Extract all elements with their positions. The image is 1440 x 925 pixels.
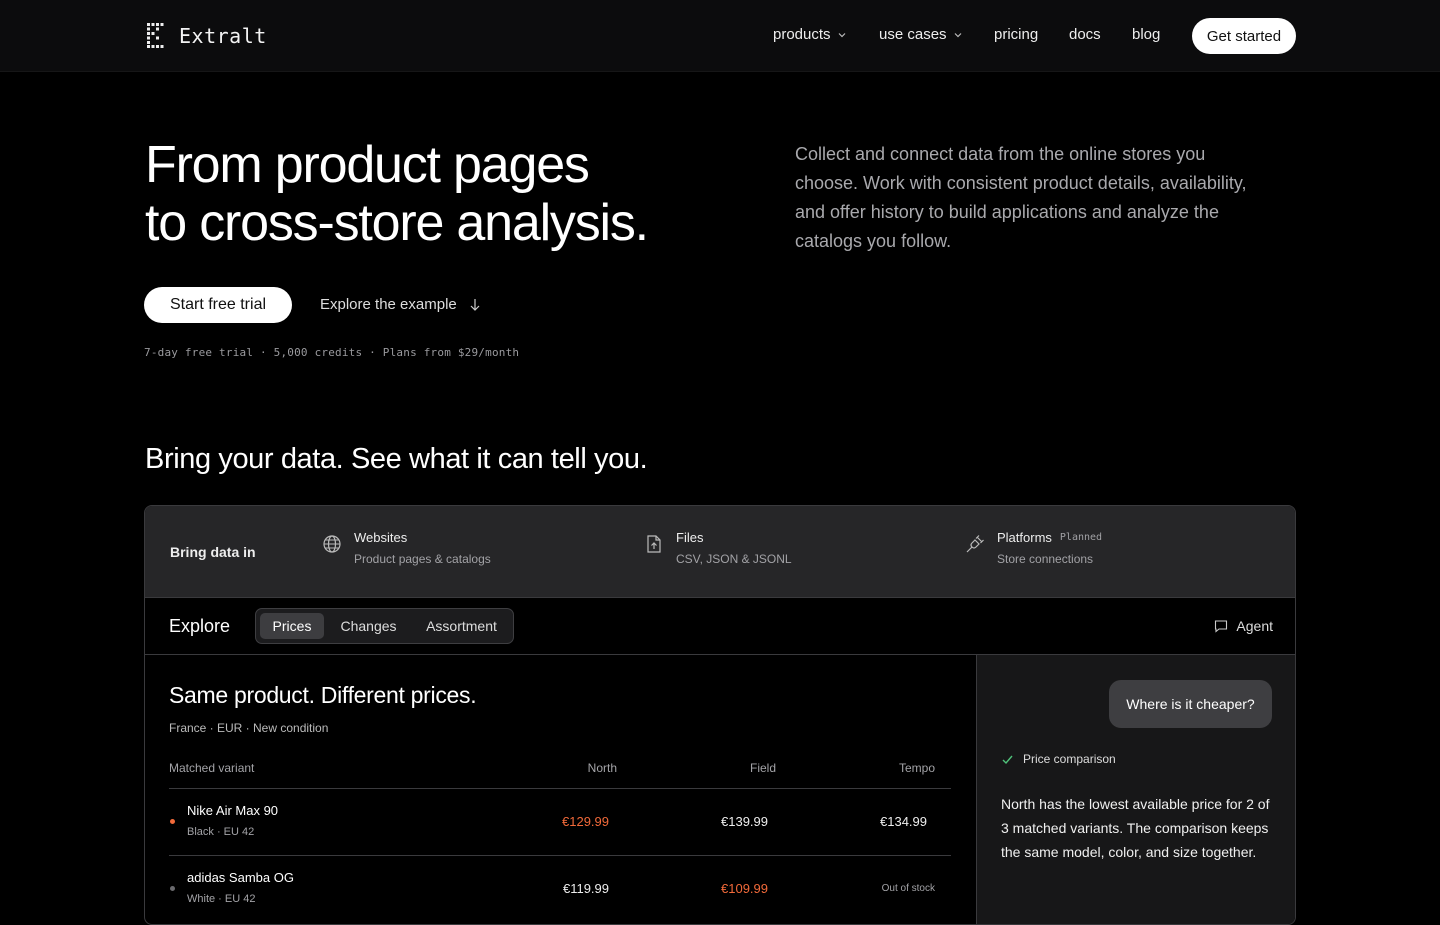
chevron-down-icon: [838, 32, 845, 37]
col-header-north: North: [587, 761, 617, 775]
agent-button[interactable]: Agent: [1214, 618, 1273, 634]
chevron-down-icon: [954, 32, 961, 37]
hero-title-line-2: to cross-store analysis.: [145, 194, 649, 252]
row-detail: Black · EU 42: [187, 826, 255, 838]
col-header-tempo: Tempo: [898, 761, 935, 775]
explore-bar: Explore Prices Changes Assortment Agent: [145, 598, 1295, 655]
top-navbar: Extralt products use cases pricing docs …: [0, 0, 1440, 72]
nav-products-label: products: [773, 26, 831, 43]
nav-products[interactable]: products: [773, 26, 847, 43]
source-files[interactable]: Files CSV, JSON & JSONL: [644, 530, 792, 566]
hero-description: Collect and connect data from the online…: [795, 144, 1247, 251]
source-platforms-subtitle: Store connections: [997, 552, 1094, 566]
bring-data-label: Bring data in: [170, 544, 256, 560]
price-north: €129.99: [562, 814, 609, 829]
brand-logo[interactable]: Extralt: [147, 23, 267, 48]
demo-panel: Bring data in Websites Product pages & c…: [144, 505, 1296, 925]
comparison-title: Same product. Different prices.: [169, 682, 477, 708]
section-title: Bring your data. See what it can tell yo…: [145, 443, 648, 475]
price-tempo-out-of-stock: Out of stock: [881, 883, 935, 894]
tab-changes[interactable]: Changes: [330, 613, 407, 639]
explore-example-link[interactable]: Explore the example: [320, 296, 481, 313]
source-websites-title: Websites: [354, 530, 408, 545]
source-websites-subtitle: Product pages & catalogs: [354, 552, 491, 566]
source-platforms[interactable]: Platforms Planned Store connections: [965, 530, 1102, 566]
arrow-down-icon: [470, 298, 480, 311]
globe-icon: [323, 535, 341, 553]
agent-chat-panel: Where is it cheaper? Price comparison No…: [976, 655, 1295, 924]
row-name: Nike Air Max 90: [187, 803, 279, 818]
nav-use-cases-label: use cases: [879, 26, 947, 43]
tool-status: Price comparison: [1001, 752, 1116, 766]
row-divider: [169, 855, 951, 856]
plug-icon: [966, 535, 984, 553]
nav-pricing[interactable]: pricing: [994, 26, 1038, 43]
table-header-divider: [169, 788, 951, 789]
hero-title-line-1: From product pages: [145, 136, 590, 194]
tab-assortment[interactable]: Assortment: [414, 613, 509, 639]
source-files-subtitle: CSV, JSON & JSONL: [676, 552, 792, 566]
col-header-variant: Matched variant: [169, 761, 255, 775]
price-field: €109.99: [721, 881, 768, 896]
row-name: adidas Samba OG: [187, 870, 294, 885]
tool-label: Price comparison: [1023, 752, 1116, 766]
brand-name: Extralt: [179, 23, 267, 48]
tab-prices[interactable]: Prices: [260, 613, 324, 639]
source-websites[interactable]: Websites Product pages & catalogs: [322, 530, 491, 566]
explore-tabs: Prices Changes Assortment: [255, 608, 514, 644]
source-files-title: Files: [676, 530, 704, 545]
start-free-trial-button[interactable]: Start free trial: [144, 287, 292, 323]
file-upload-icon: [647, 535, 661, 553]
source-platforms-title: Platforms: [997, 530, 1052, 545]
agent-label: Agent: [1236, 618, 1273, 634]
user-question-bubble: Where is it cheaper?: [1109, 680, 1272, 728]
planned-badge: Planned: [1059, 532, 1103, 543]
nav-blog[interactable]: blog: [1132, 26, 1160, 43]
explore-label: Explore: [169, 616, 231, 636]
check-icon: [1002, 755, 1013, 764]
hero-title: From product pages to cross-store analys…: [145, 136, 649, 252]
chat-bubble-icon: [1215, 620, 1228, 633]
comparison-subtitle: France · EUR · New condition: [169, 721, 329, 735]
row-status-dot: [170, 886, 175, 891]
logo-mark-icon: [147, 23, 164, 48]
row-detail: White · EU 42: [187, 893, 256, 905]
price-tempo: €134.99: [880, 814, 927, 829]
agent-answer: North has the lowest available price for…: [1001, 796, 1270, 860]
nav-use-cases[interactable]: use cases: [879, 26, 963, 43]
trial-meta: 7-day free trial · 5,000 credits · Plans…: [144, 346, 520, 359]
explore-example-label: Explore the example: [320, 296, 457, 313]
price-comparison: Same product. Different prices. France ·…: [145, 655, 976, 924]
nav-docs[interactable]: docs: [1069, 26, 1101, 43]
price-north: €119.99: [562, 881, 609, 896]
col-header-field: Field: [749, 761, 776, 775]
price-field: €139.99: [721, 814, 768, 829]
get-started-button[interactable]: Get started: [1192, 18, 1296, 54]
bring-data-bar: Bring data in Websites Product pages & c…: [145, 506, 1295, 598]
row-status-dot: [170, 819, 175, 824]
